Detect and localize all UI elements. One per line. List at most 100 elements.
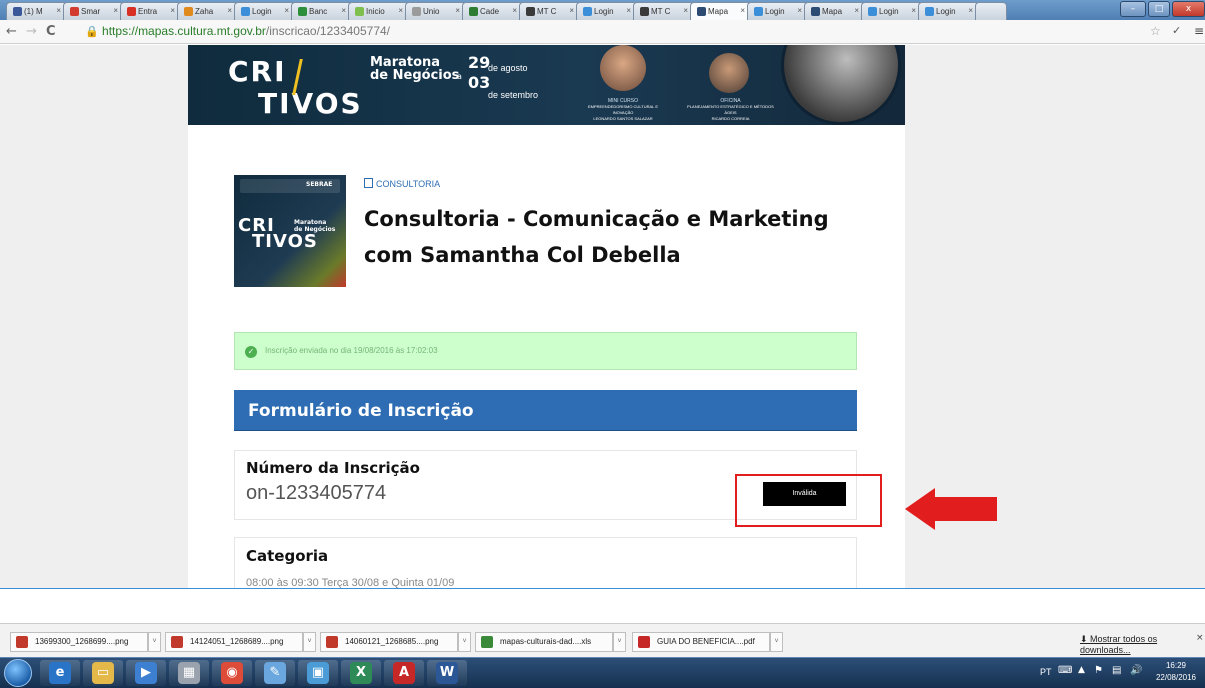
browser-tab[interactable]: Smar × (63, 2, 124, 20)
browser-tab[interactable]: Login × (861, 2, 922, 20)
download-options-chevron-icon[interactable]: ˅ (613, 632, 626, 652)
start-button[interactable] (4, 659, 32, 687)
paint-icon[interactable]: ✎ (255, 660, 295, 686)
browser-tab[interactable]: Cade × (462, 2, 523, 20)
registration-success-alert: ✓ Inscrição enviada no dia 19/08/2016 às… (234, 332, 857, 370)
close-tab-icon[interactable]: × (683, 6, 688, 15)
browser-tab[interactable]: Entra × (120, 2, 181, 20)
download-item[interactable]: GUIA DO BENEFICIA....pdf ˅ (632, 632, 783, 652)
close-tab-icon[interactable]: × (797, 6, 802, 15)
event-banner: CRI TIVOS Maratona de Negócios a 29 de a… (188, 45, 905, 125)
download-item[interactable]: mapas-culturais-dad....xls ˅ (475, 632, 626, 652)
close-tab-icon[interactable]: × (341, 6, 346, 15)
download-item[interactable]: 14124051_1268689....png ˅ (165, 632, 316, 652)
screen-icon[interactable]: ▣ (298, 660, 338, 686)
mini-course-info: MINI CURSO EMPREENDEDORISMO CULTURAL E I… (578, 98, 668, 122)
url-field[interactable]: 🔒 https://mapas.cultura.mt.gov.br/inscri… (85, 22, 1170, 41)
browser-tab[interactable]: Mapa × (690, 2, 751, 20)
tab-label: Inicio (366, 7, 385, 16)
action-center-flag-icon[interactable]: ⚑ (1094, 665, 1103, 676)
close-window-button[interactable]: x (1172, 1, 1205, 17)
system-clock[interactable]: 16:29 22/08/2016 (1150, 660, 1202, 684)
download-options-chevron-icon[interactable]: ˅ (458, 632, 471, 652)
browser-tab[interactable]: Zaha × (177, 2, 238, 20)
checkmark-extension-icon[interactable]: ✓ (1172, 24, 1181, 37)
close-downloads-icon[interactable]: × (1196, 633, 1204, 643)
file-icon (481, 636, 493, 648)
close-tab-icon[interactable]: × (284, 6, 289, 15)
viewport-bottom-line (0, 588, 1205, 589)
close-tab-icon[interactable]: × (227, 6, 232, 15)
volume-icon[interactable]: 🔊 (1130, 665, 1142, 676)
close-tab-icon[interactable]: × (170, 6, 175, 15)
tab-label: Banc (309, 7, 328, 16)
new-tab-button[interactable] (975, 2, 1007, 20)
back-arrow-icon[interactable]: ← (6, 24, 17, 39)
browser-tab[interactable]: Inicio × (348, 2, 409, 20)
bookmark-star-icon[interactable]: ☆ (1150, 24, 1161, 38)
browser-tab[interactable]: Mapa × (804, 2, 865, 20)
browser-tab[interactable]: Unio × (405, 2, 466, 20)
menu-icon[interactable]: ≡ (1194, 24, 1204, 38)
minimize-window-button[interactable]: – (1120, 1, 1146, 17)
maximize-window-button[interactable]: □ (1148, 1, 1170, 17)
document-icon (364, 178, 373, 188)
close-tab-icon[interactable]: × (56, 6, 61, 15)
mini-course-text: EMPREENDEDORISMO CULTURAL E INOVAÇÃO (587, 104, 658, 115)
close-tab-icon[interactable]: × (626, 6, 631, 15)
browser-tab[interactable]: Login × (234, 2, 295, 20)
browser-tab[interactable]: Login × (576, 2, 637, 20)
explorer-icon[interactable]: ▭ (83, 660, 123, 686)
download-filename: 14060121_1268685....png (345, 637, 439, 646)
close-tab-icon[interactable]: × (854, 6, 859, 15)
tab-favicon-icon (469, 7, 478, 16)
tab-favicon-icon (241, 7, 250, 16)
close-tab-icon[interactable]: × (512, 6, 517, 15)
thumbnail-event-line1: Maratona (294, 219, 327, 226)
download-options-chevron-icon[interactable]: ˅ (770, 632, 783, 652)
tab-label: Login (252, 7, 272, 16)
tab-favicon-icon (412, 7, 421, 16)
close-tab-icon[interactable]: × (911, 6, 916, 15)
close-tab-icon[interactable]: × (569, 6, 574, 15)
keyboard-icon[interactable]: ⌨ (1058, 665, 1072, 676)
forward-arrow-icon[interactable]: → (26, 24, 37, 39)
close-tab-icon[interactable]: × (455, 6, 460, 15)
language-indicator[interactable]: PT (1040, 667, 1052, 677)
browser-tab[interactable]: Banc × (291, 2, 352, 20)
show-hidden-icons-icon[interactable]: ▲ (1078, 665, 1085, 675)
registration-success-message: Inscrição enviada no dia 19/08/2016 às 1… (265, 346, 438, 355)
download-options-chevron-icon[interactable]: ˅ (148, 632, 161, 652)
windows-taskbar: e ▭ ▶ ▦ ◉ ✎ ▣ X A W PT ⌨ ▲ ⚑ ▤ 🔊 16:29 22/08/2016 (0, 657, 1205, 688)
category-tag[interactable]: CONSULTORIA (364, 178, 440, 189)
download-item[interactable]: 14060121_1268685....png ˅ (320, 632, 471, 652)
browser-tab[interactable]: MT C × (633, 2, 694, 20)
chrome-icon[interactable]: ◉ (212, 660, 252, 686)
excel-icon[interactable]: X (341, 660, 381, 686)
close-tab-icon[interactable]: × (113, 6, 118, 15)
download-filename: GUIA DO BENEFICIA....pdf (657, 637, 755, 646)
download-item[interactable]: 13699300_1268699....png ˅ (10, 632, 161, 652)
download-options-chevron-icon[interactable]: ˅ (303, 632, 316, 652)
show-all-downloads-link[interactable]: ⬇ Mostrar todos os downloads... (1080, 634, 1205, 655)
close-tab-icon[interactable]: × (740, 6, 745, 15)
browser-tab[interactable]: MT C × (519, 2, 580, 20)
banner-date1-number: 29 (468, 53, 491, 72)
browser-tab[interactable]: Login × (747, 2, 808, 20)
word-icon[interactable]: W (427, 660, 467, 686)
ie-icon-glyph: e (49, 662, 71, 684)
tab-label: Entra (138, 7, 158, 16)
acrobat-icon[interactable]: A (384, 660, 424, 686)
banner-event-title: Maratona de Negócios (370, 56, 459, 82)
browser-tab[interactable]: Login × (918, 2, 979, 20)
browser-tab[interactable]: (1) M × (6, 2, 67, 20)
close-tab-icon[interactable]: × (398, 6, 403, 15)
reload-icon[interactable]: C (46, 24, 56, 39)
media-icon[interactable]: ▶ (126, 660, 166, 686)
tab-favicon-icon (127, 7, 136, 16)
tab-favicon-icon (640, 7, 649, 16)
ie-icon[interactable]: e (40, 660, 80, 686)
calculator-icon[interactable]: ▦ (169, 660, 209, 686)
close-tab-icon[interactable]: × (968, 6, 973, 15)
network-icon[interactable]: ▤ (1112, 665, 1121, 676)
